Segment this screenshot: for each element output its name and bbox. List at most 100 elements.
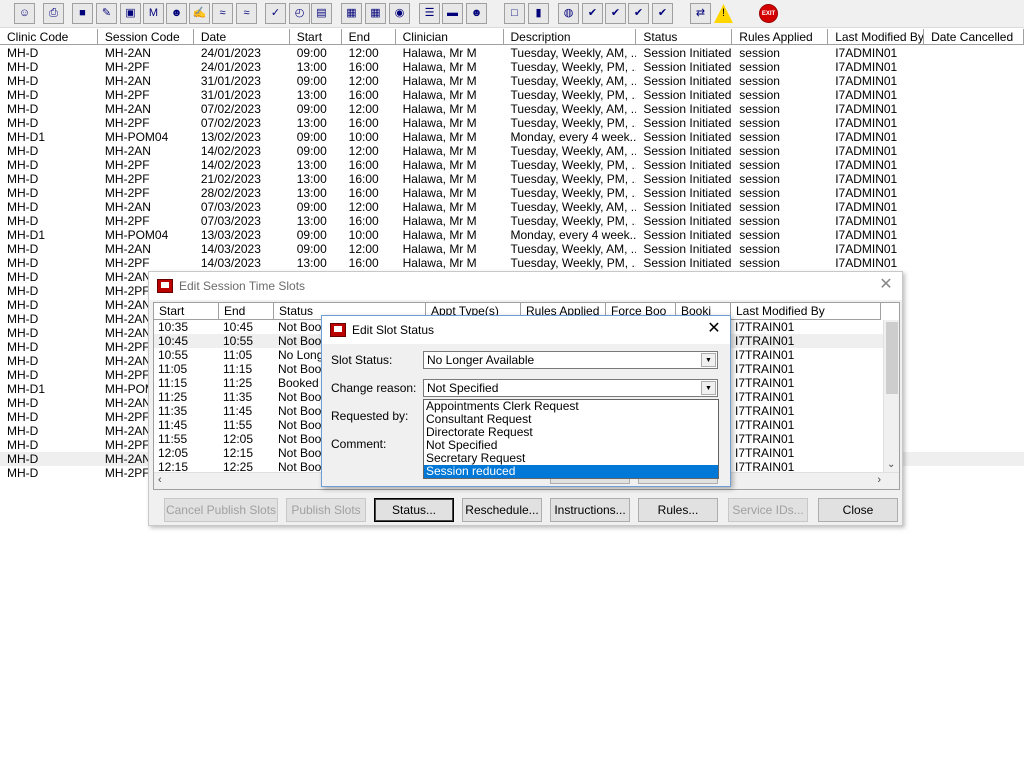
status-dialog-title: Edit Slot Status [352, 323, 435, 337]
table-cell: MH-D [7, 396, 39, 410]
clock-icon[interactable]: ◴ [289, 3, 310, 24]
bars-icon[interactable]: ▮ [528, 3, 549, 24]
column-header[interactable]: Rules Applied [732, 29, 829, 45]
list-icon[interactable]: ▤ [311, 3, 332, 24]
table-cell [924, 200, 1024, 214]
change-reason-dropdown-list: Appointments Clerk Request Consultant Req… [423, 399, 719, 479]
table-cell: Halawa, Mr M [402, 214, 477, 228]
cd-icon[interactable]: ◉ [389, 3, 410, 24]
instructions-button[interactable]: Instructions... [550, 498, 630, 522]
slots-column-header[interactable]: End [219, 303, 274, 320]
status-dialog-titlebar[interactable]: Edit Slot Status ✕ [322, 316, 730, 344]
publish-slots-button[interactable]: Publish Slots [286, 498, 366, 522]
column-header[interactable]: Date Cancelled [924, 29, 1024, 45]
table-row[interactable]: MH-D MH-2PF 21/02/2023 13:00 16:00 Halawa, Mr… [0, 172, 1024, 186]
column-header[interactable]: Description [503, 29, 637, 45]
edit-slot-status-dialog: Edit Slot Status ✕ Slot Status: No Longe… [321, 315, 731, 487]
warning-icon[interactable]: ! [714, 4, 733, 23]
slots-window-titlebar[interactable]: Edit Session Time Slots ✕ [149, 272, 902, 300]
swap-icon[interactable]: ⇄ [690, 3, 711, 24]
slots-column-header[interactable]: Last Modified By [731, 303, 881, 320]
scroll-left-icon[interactable]: ‹ [158, 474, 162, 486]
service-ids-button[interactable]: Service IDs... [728, 498, 808, 522]
check-icon[interactable]: ✔ [582, 3, 603, 24]
close-button[interactable]: Close [818, 498, 898, 522]
table-row[interactable]: MH-D MH-2AN 24/01/2023 09:00 12:00 Halawa, Mr… [0, 46, 1024, 60]
chevron-down-icon[interactable]: ▼ [701, 353, 716, 367]
table-row[interactable]: MH-D MH-2AN 07/03/2023 09:00 12:00 Halawa, Mr… [0, 200, 1024, 214]
slots-column-header[interactable]: Start [154, 303, 219, 320]
table-row[interactable]: MH-D MH-2PF 24/01/2023 13:00 16:00 Halawa, Mr… [0, 60, 1024, 74]
tick3-icon[interactable]: ✔ [652, 3, 673, 24]
status-button[interactable]: Status... [374, 498, 454, 522]
table-cell: Session Initiated [643, 158, 732, 172]
reschedule-button[interactable]: Reschedule... [462, 498, 542, 522]
table-cell: Session Initiated [643, 88, 732, 102]
car-icon[interactable]: ▬ [442, 3, 463, 24]
note-icon[interactable]: ✍ [189, 3, 210, 24]
table-row[interactable]: MH-D MH-2AN 07/02/2023 09:00 12:00 Halawa, Mr… [0, 102, 1024, 116]
table-row[interactable]: MH-D MH-2PF 07/02/2023 13:00 16:00 Halawa, Mr… [0, 116, 1024, 130]
table-row[interactable]: MH-D MH-2PF 28/02/2023 13:00 16:00 Halawa, Mr… [0, 186, 1024, 200]
cancel-publish-slots-button[interactable]: Cancel Publish Slots [164, 498, 278, 522]
scroll-down-icon[interactable]: ⌄ [887, 459, 895, 470]
table-row[interactable]: MH-D1 MH-POM04 13/03/2023 09:00 10:00 Halawa,… [0, 228, 1024, 242]
wave2-icon[interactable]: ≈ [236, 3, 257, 24]
column-header[interactable]: Date [193, 29, 290, 45]
column-header[interactable]: Last Modified By [828, 29, 925, 45]
column-header[interactable]: End [341, 29, 396, 45]
page-icon[interactable]: □ [504, 3, 525, 24]
scroll-thumb[interactable] [886, 322, 898, 394]
table-cell: Session Initiated [643, 242, 732, 256]
rules-button[interactable]: Rules... [638, 498, 718, 522]
table-cell: session [739, 214, 780, 228]
check2-icon[interactable]: ✔ [605, 3, 626, 24]
table-row[interactable]: MH-D MH-2PF 07/03/2023 13:00 16:00 Halawa, Mr… [0, 214, 1024, 228]
user2-icon[interactable]: ☻ [466, 3, 487, 24]
book-icon[interactable]: ■ [72, 3, 93, 24]
table-cell: MH-D1 [7, 228, 45, 242]
table-cell: MH-D [7, 410, 39, 424]
table-row[interactable]: MH-D1 MH-POM04 13/02/2023 09:00 10:00 Halawa,… [0, 130, 1024, 144]
table-row[interactable]: MH-D MH-2PF 14/03/2023 13:00 16:00 Halawa, Mr… [0, 256, 1024, 270]
table-row[interactable]: MH-D MH-2AN 14/02/2023 09:00 12:00 Halawa, Mr… [0, 144, 1024, 158]
table-row[interactable]: MH-D MH-2AN 31/01/2023 09:00 12:00 Halawa, Mr… [0, 74, 1024, 88]
table-cell: MH-D [7, 144, 39, 158]
image2-icon[interactable]: ▦ [365, 3, 386, 24]
slot-cell: 10:45 [223, 320, 254, 334]
column-header[interactable]: Session Code [97, 29, 194, 45]
doc-icon[interactable]: ☰ [419, 3, 440, 24]
column-header[interactable]: Status [636, 29, 733, 45]
table-cell: I7ADMIN01 [835, 116, 898, 130]
column-header[interactable]: Clinician [395, 29, 504, 45]
column-header[interactable]: Clinic Code [0, 29, 98, 45]
change-reason-select[interactable]: Not Specified ▼ [423, 379, 718, 397]
tick2-icon[interactable]: ✔ [628, 3, 649, 24]
tree-icon[interactable]: ▣ [120, 3, 141, 24]
table-row[interactable]: MH-D MH-2AN 14/03/2023 09:00 12:00 Halawa, Mr… [0, 242, 1024, 256]
table-row[interactable]: MH-D MH-2PF 31/01/2023 13:00 16:00 Halawa, Mr… [0, 88, 1024, 102]
table-cell: I7ADMIN01 [835, 158, 898, 172]
chevron-down-icon[interactable]: ▼ [701, 381, 716, 395]
globe-icon[interactable]: ◍ [558, 3, 579, 24]
scroll-right-icon[interactable]: › [877, 474, 881, 486]
slot-status-select[interactable]: No Longer Available ▼ [423, 351, 718, 369]
tick-icon[interactable]: ✓ [265, 3, 286, 24]
print-icon[interactable]: ⎙ [43, 3, 64, 24]
exit-icon[interactable]: EXIT [759, 4, 778, 23]
m-icon[interactable]: M [143, 3, 164, 24]
person-icon[interactable]: ☻ [166, 3, 187, 24]
table-cell [924, 116, 1024, 130]
slots-vertical-scrollbar[interactable]: ⌄ [883, 320, 899, 472]
status-dialog-close-icon[interactable]: ✕ [706, 321, 722, 337]
table-cell: Session Initiated [643, 60, 732, 74]
dropdown-option[interactable]: Session reduced [424, 465, 718, 478]
image-icon[interactable]: ▦ [341, 3, 362, 24]
wave-icon[interactable]: ≈ [212, 3, 233, 24]
table-cell [924, 158, 1024, 172]
edit-icon[interactable]: ✎ [96, 3, 117, 24]
slots-window-close-icon[interactable]: ✕ [878, 277, 894, 293]
user-icon[interactable]: ☺ [14, 3, 35, 24]
table-row[interactable]: MH-D MH-2PF 14/02/2023 13:00 16:00 Halawa, Mr… [0, 158, 1024, 172]
column-header[interactable]: Start [289, 29, 342, 45]
